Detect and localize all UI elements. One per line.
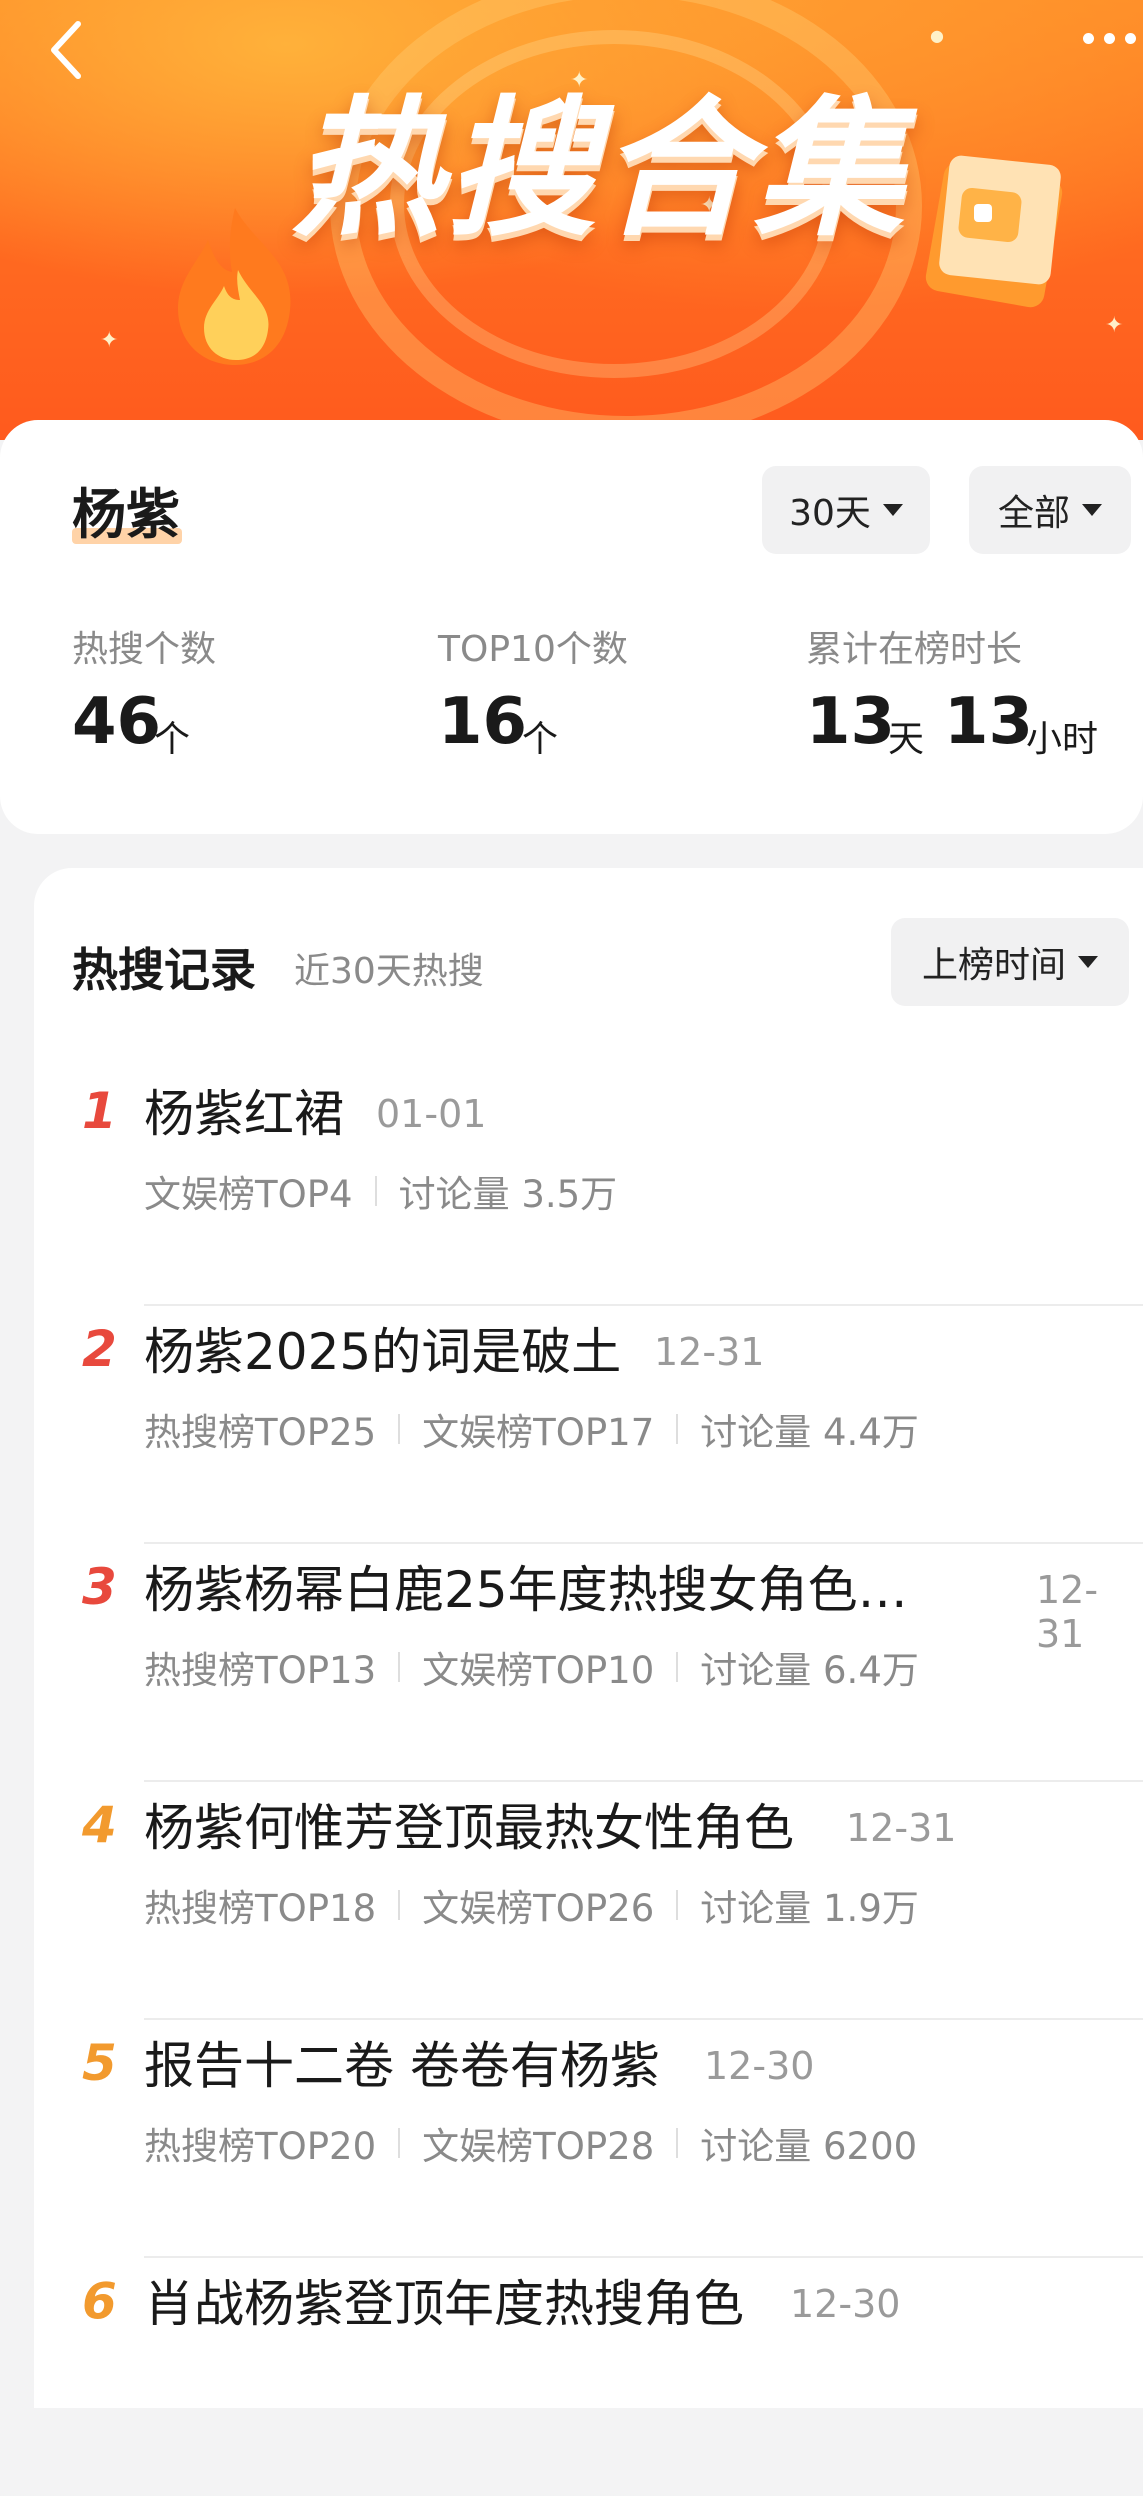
meta-separator [374, 1176, 377, 1206]
sort-dropdown[interactable]: 上榜时间 [891, 918, 1129, 1006]
meta-separator [398, 1414, 401, 1444]
stat-label-duration: 累计在榜时长 [806, 629, 1023, 670]
record-item[interactable]: 5 报告十二卷 卷卷有杨紫 12-30 热搜榜TOP20 文娱榜TOP28 讨论… [34, 2020, 1143, 2258]
discussion-count: 讨论量 3.5万 [398, 1173, 618, 1216]
board-rank: 文娱榜TOP10 [422, 1649, 655, 1692]
discussion-count: 讨论量 1.9万 [700, 1887, 919, 1930]
back-arrow-icon[interactable] [44, 18, 90, 82]
sparkle-icon: ● [930, 26, 944, 45]
discussion-count: 讨论量 4.4万 [700, 1411, 919, 1454]
banner: ✦ ✦ ✦ ✦ ● 热搜合集 [0, 0, 1143, 440]
rank-number: 5 [82, 2034, 117, 2092]
more-options-icon[interactable] [1083, 30, 1143, 46]
board-rank: 热搜榜TOP13 [144, 1649, 377, 1692]
time-range-label: 30天 [789, 493, 871, 534]
stat-unit-hours: 小时 [1026, 719, 1099, 760]
record-meta: 热搜榜TOP18 文娱榜TOP26 讨论量 1.9万 [144, 1878, 919, 1932]
sort-label: 上榜时间 [921, 945, 1066, 986]
board-rank: 热搜榜TOP18 [144, 1887, 377, 1930]
sparkle-icon: ✦ [100, 328, 119, 353]
category-dropdown[interactable]: 全部 [969, 466, 1131, 554]
stat-value-days: 13 [806, 685, 896, 759]
stat-value-hours: 13 [944, 685, 1034, 759]
record-item[interactable]: 6 肖战杨紫登顶年度热搜角色 12-30 [34, 2258, 1143, 2496]
record-date: 12-31 [654, 1330, 765, 1374]
board-rank: 热搜榜TOP25 [144, 1411, 377, 1454]
record-meta: 文娱榜TOP4 讨论量 3.5万 [144, 1164, 617, 1218]
record-title: 杨紫2025的词是破土 [144, 1323, 622, 1381]
meta-separator [398, 1652, 401, 1682]
summary-card: 杨紫 30天 全部 热搜个数 46 个 TOP10个数 16 个 累计在榜时长 … [0, 420, 1143, 834]
board-rank: 文娱榜TOP4 [144, 1173, 353, 1216]
record-date: 01-01 [376, 1092, 487, 1136]
record-date: 12-30 [704, 2044, 815, 2088]
banner-title: 热搜合集 [291, 83, 908, 257]
rank-number: 2 [82, 1320, 117, 1378]
record-item[interactable]: 2 杨紫2025的词是破土 12-31 热搜榜TOP25 文娱榜TOP17 讨论… [34, 1306, 1143, 1544]
record-date: 12-30 [790, 2282, 901, 2326]
meta-separator [676, 1890, 679, 1920]
stat-unit: 个 [154, 719, 191, 760]
record-date: 12-31 [846, 1806, 957, 1850]
rank-number: 4 [82, 1796, 117, 1854]
records-card: 热搜记录 近30天热搜 上榜时间 1 杨紫红裙 01-01 文娱榜TOP4 讨论… [34, 868, 1143, 2408]
caret-down-icon [1082, 504, 1102, 516]
stat-label-top10-count: TOP10个数 [438, 629, 628, 670]
stat-label-hot-count: 热搜个数 [72, 629, 217, 670]
rank-number: 1 [82, 1082, 117, 1140]
records-subtitle: 近30天热搜 [294, 951, 484, 992]
record-item[interactable]: 4 杨紫何惟芳登顶最热女性角色 12-31 热搜榜TOP18 文娱榜TOP26 … [34, 1782, 1143, 2020]
meta-separator [398, 1890, 401, 1920]
record-meta: 热搜榜TOP13 文娱榜TOP10 讨论量 6.4万 [144, 1640, 919, 1694]
category-label: 全部 [997, 493, 1070, 534]
discussion-count: 讨论量 6.4万 [700, 1649, 919, 1692]
caret-down-icon [1078, 956, 1098, 968]
meta-separator [398, 2128, 401, 2158]
board-rank: 文娱榜TOP17 [422, 1411, 655, 1454]
folder-icon [925, 155, 1063, 308]
meta-separator [676, 1652, 679, 1682]
meta-separator [676, 2128, 679, 2158]
stat-value-top10-count: 16 [438, 685, 528, 759]
record-meta: 热搜榜TOP25 文娱榜TOP17 讨论量 4.4万 [144, 1402, 919, 1456]
record-date: 12-31 [1036, 1568, 1099, 1656]
sparkle-icon: ✦ [1105, 313, 1124, 338]
board-rank: 文娱榜TOP26 [422, 1887, 655, 1930]
record-title: 杨紫红裙 [144, 1085, 344, 1143]
time-range-dropdown[interactable]: 30天 [762, 466, 930, 554]
discussion-count: 讨论量 6200 [700, 2125, 918, 2168]
record-meta: 热搜榜TOP20 文娱榜TOP28 讨论量 6200 [144, 2116, 917, 2170]
record-item[interactable]: 3 杨紫杨幂白鹿25年度热搜女角色… 12-31 热搜榜TOP13 文娱榜TOP… [34, 1544, 1143, 1782]
record-title: 杨紫何惟芳登顶最热女性角色 [144, 1799, 794, 1857]
keyword-title: 杨紫 [72, 483, 180, 546]
rank-number: 6 [82, 2272, 117, 2330]
records-title: 热搜记录 [72, 943, 256, 997]
record-item[interactable]: 1 杨紫红裙 01-01 文娱榜TOP4 讨论量 3.5万 [34, 1068, 1143, 1306]
rank-number: 3 [82, 1558, 117, 1616]
record-title: 肖战杨紫登顶年度热搜角色 [144, 2275, 744, 2333]
board-rank: 热搜榜TOP20 [144, 2125, 377, 2168]
board-rank: 文娱榜TOP28 [422, 2125, 655, 2168]
stat-value-hot-count: 46 [72, 685, 162, 759]
record-title: 报告十二卷 卷卷有杨紫 [144, 2037, 660, 2095]
stat-unit: 个 [522, 719, 559, 760]
caret-down-icon [882, 504, 903, 516]
stat-unit-days: 天 [888, 719, 925, 760]
record-title: 杨紫杨幂白鹿25年度热搜女角色… [144, 1561, 908, 1619]
meta-separator [676, 1414, 679, 1444]
